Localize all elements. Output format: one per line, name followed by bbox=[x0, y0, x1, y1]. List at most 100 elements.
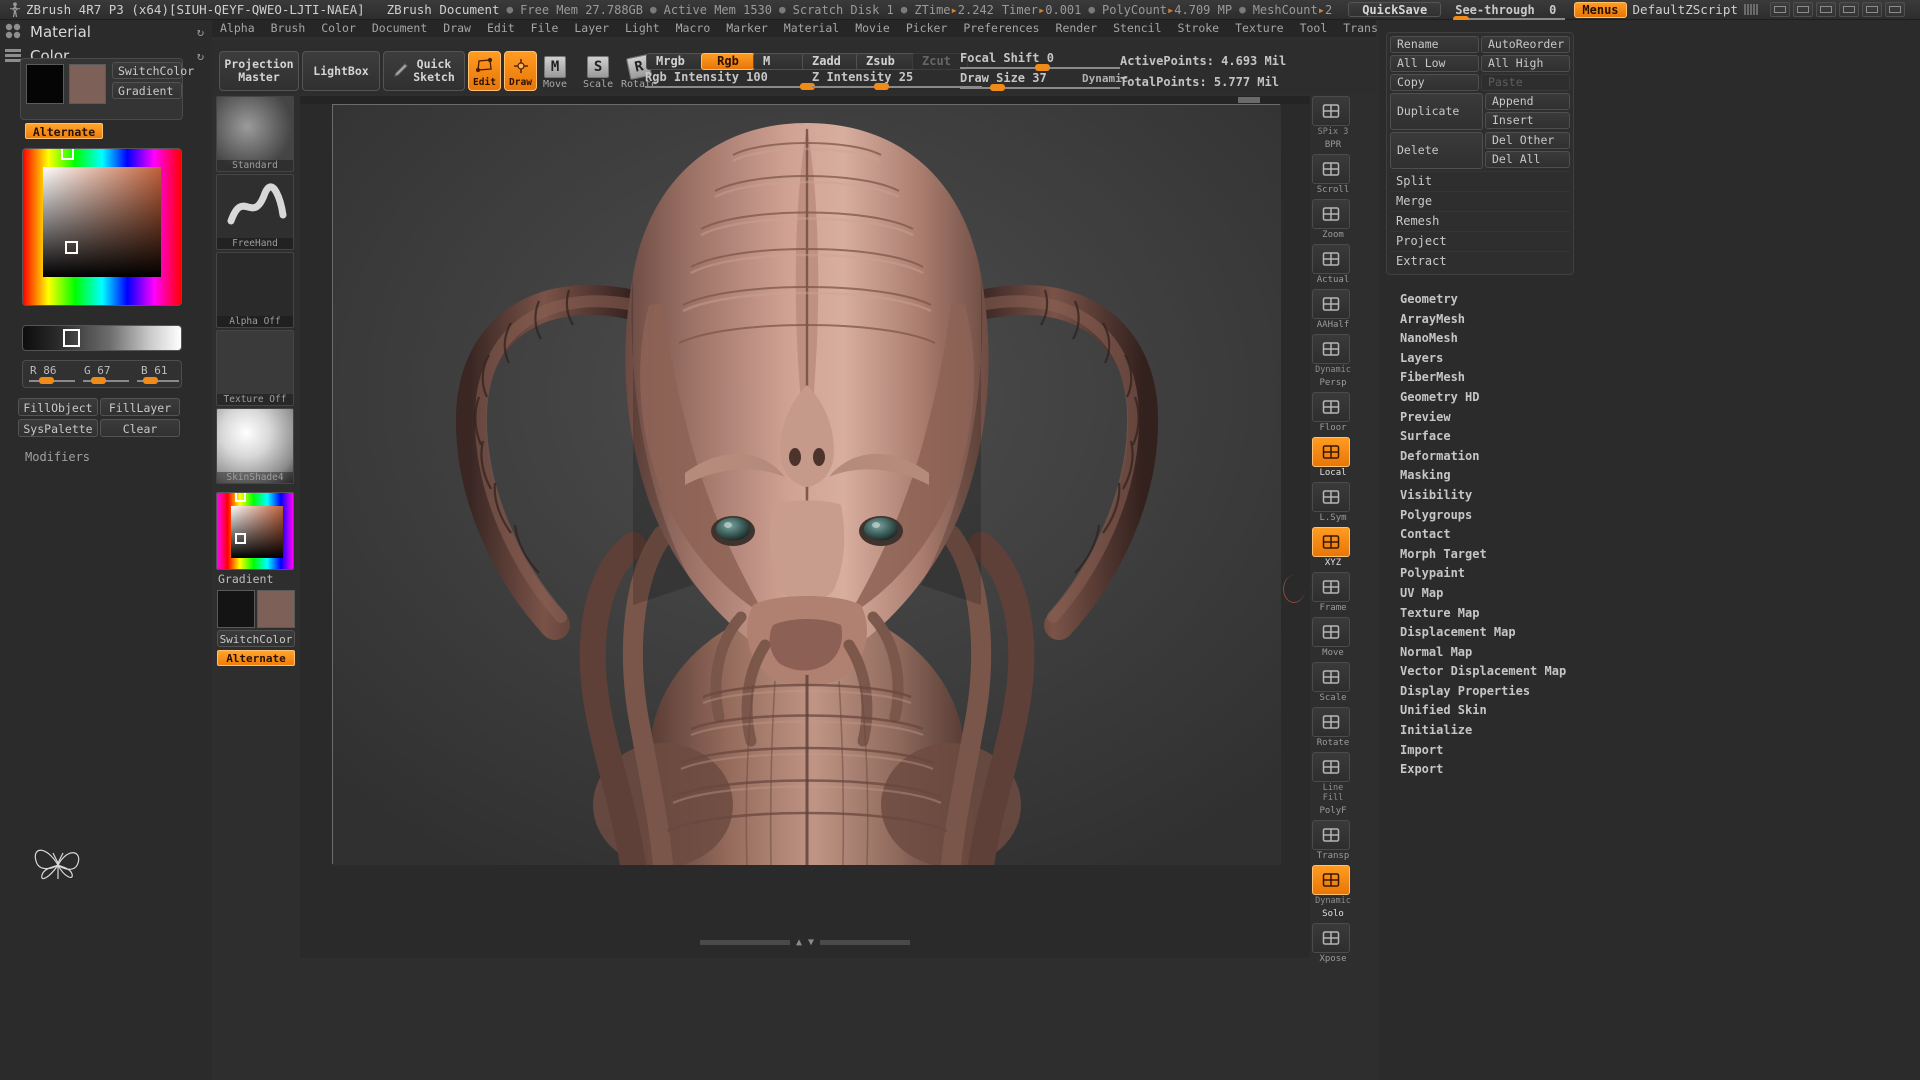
insert-button[interactable]: Insert bbox=[1485, 112, 1570, 129]
tool-menu-fibermesh[interactable]: FiberMesh bbox=[1386, 368, 1916, 388]
tool-strip-move[interactable] bbox=[1312, 617, 1350, 647]
quicksave-button[interactable]: QuickSave bbox=[1348, 2, 1442, 17]
menu-item-macro[interactable]: Macro bbox=[668, 21, 719, 36]
menu-item-document[interactable]: Document bbox=[364, 21, 435, 36]
clear-button[interactable]: Clear bbox=[100, 419, 180, 437]
all-low-button[interactable]: All Low bbox=[1390, 55, 1479, 72]
tool-menu-deformation[interactable]: Deformation bbox=[1386, 447, 1916, 467]
tool-strip-persp[interactable] bbox=[1312, 334, 1350, 364]
scroll-down-icon[interactable]: ▼ bbox=[808, 937, 814, 948]
brush-alternate-button[interactable]: Alternate bbox=[217, 650, 295, 666]
grayscale-ramp[interactable] bbox=[22, 325, 182, 351]
tool-strip-actual[interactable] bbox=[1312, 244, 1350, 274]
menu-item-marker[interactable]: Marker bbox=[718, 21, 776, 36]
tool-strip-transp[interactable] bbox=[1312, 820, 1350, 850]
draw-size-knob[interactable] bbox=[990, 84, 1005, 91]
grayscale-cursor[interactable] bbox=[63, 329, 80, 347]
mrgb-button[interactable]: Mrgb bbox=[646, 53, 704, 70]
lightbox-button[interactable]: LightBox bbox=[302, 51, 380, 91]
brush-primary-swatch[interactable] bbox=[217, 590, 255, 628]
tool-menu-masking[interactable]: Masking bbox=[1386, 466, 1916, 486]
tool-strip-zoom[interactable] bbox=[1312, 199, 1350, 229]
tool-menu-displacement-map[interactable]: Displacement Map bbox=[1386, 623, 1916, 643]
draw-button[interactable]: Draw bbox=[504, 51, 537, 91]
canvas-bottom-scroll[interactable]: ▲ ▼ bbox=[300, 936, 1310, 948]
menu-item-stroke[interactable]: Stroke bbox=[1170, 21, 1228, 36]
tool-menu-display-properties[interactable]: Display Properties bbox=[1386, 682, 1916, 702]
projection-master-button[interactable]: Projection Master bbox=[219, 51, 299, 91]
menu-item-material[interactable]: Material bbox=[776, 21, 847, 36]
tool-strip-polyf[interactable] bbox=[1312, 752, 1350, 782]
g-knob[interactable] bbox=[91, 377, 106, 384]
brush-cell-texture-off[interactable]: Texture Off bbox=[216, 330, 294, 406]
b-knob[interactable] bbox=[143, 377, 158, 384]
lock-icon[interactable] bbox=[1815, 2, 1836, 17]
scroll-segment-right[interactable] bbox=[820, 939, 911, 945]
brush-cell-standard[interactable]: Standard bbox=[216, 96, 294, 172]
tool-menu-visibility[interactable]: Visibility bbox=[1386, 486, 1916, 506]
tool-menu-unified-skin[interactable]: Unified Skin bbox=[1386, 701, 1916, 721]
fill-layer-button[interactable]: FillLayer bbox=[100, 398, 180, 416]
menu-item-texture[interactable]: Texture bbox=[1227, 21, 1291, 36]
menus-button[interactable]: Menus bbox=[1574, 1, 1627, 18]
focal-shift-knob[interactable] bbox=[1035, 64, 1050, 71]
subtool-item-merge[interactable]: Merge bbox=[1390, 191, 1570, 211]
tool-strip-local[interactable] bbox=[1312, 437, 1350, 467]
tool-menu-geometry[interactable]: Geometry bbox=[1386, 290, 1916, 310]
menu-item-brush[interactable]: Brush bbox=[263, 21, 314, 36]
tool-strip-floor[interactable] bbox=[1312, 392, 1350, 422]
tool-strip-l-sym[interactable] bbox=[1312, 482, 1350, 512]
tool-strip-xyz[interactable] bbox=[1312, 527, 1350, 557]
del-other-button[interactable]: Del Other bbox=[1485, 132, 1570, 149]
see-through-slider[interactable]: See-through 0 bbox=[1453, 3, 1566, 22]
focal-shift-slider[interactable]: Focal Shift 0 bbox=[960, 51, 1120, 71]
z-intensity-knob[interactable] bbox=[874, 83, 889, 90]
subtool-item-extract[interactable]: Extract bbox=[1390, 251, 1570, 271]
menu-item-picker[interactable]: Picker bbox=[898, 21, 956, 36]
tool-menu-polypaint[interactable]: Polypaint bbox=[1386, 564, 1916, 584]
menu-item-file[interactable]: File bbox=[523, 21, 567, 36]
brush-cell-skinshade4[interactable]: SkinShade4 bbox=[216, 408, 294, 484]
menu-item-layer[interactable]: Layer bbox=[566, 21, 617, 36]
edit-button[interactable]: Edit bbox=[468, 51, 501, 91]
auto-reorder-button[interactable]: AutoReorder bbox=[1481, 36, 1570, 53]
scale-button[interactable]: S Scale bbox=[583, 56, 613, 90]
menu-item-render[interactable]: Render bbox=[1048, 21, 1106, 36]
gradient-picker-box[interactable] bbox=[216, 492, 294, 570]
tool-menu-layers[interactable]: Layers bbox=[1386, 349, 1916, 369]
tool-menu-nanomesh[interactable]: NanoMesh bbox=[1386, 329, 1916, 349]
switch-color-button[interactable]: SwitchColor bbox=[112, 62, 194, 79]
modifiers-label[interactable]: Modifiers bbox=[25, 450, 90, 464]
close-icon[interactable] bbox=[1884, 2, 1905, 17]
subtool-item-split[interactable]: Split bbox=[1390, 171, 1570, 191]
subtool-item-remesh[interactable]: Remesh bbox=[1390, 211, 1570, 231]
tool-strip-frame[interactable] bbox=[1312, 572, 1350, 602]
tool-menu-vector-displacement-map[interactable]: Vector Displacement Map bbox=[1386, 662, 1916, 682]
copy-button[interactable]: Copy bbox=[1390, 74, 1479, 91]
rename-button[interactable]: Rename bbox=[1390, 36, 1479, 53]
r-knob[interactable] bbox=[39, 377, 54, 384]
secondary-color-swatch[interactable] bbox=[68, 64, 106, 104]
sv-cursor[interactable] bbox=[65, 241, 78, 254]
canvas-area[interactable]: ▲ ▼ bbox=[300, 96, 1310, 958]
gradient-sv-cursor[interactable] bbox=[235, 533, 246, 544]
tool-menu-uv-map[interactable]: UV Map bbox=[1386, 584, 1916, 604]
menu-item-stencil[interactable]: Stencil bbox=[1105, 21, 1169, 36]
tool-menu-initialize[interactable]: Initialize bbox=[1386, 721, 1916, 741]
scroll-segment-left[interactable] bbox=[699, 939, 790, 945]
menu-item-tool[interactable]: Tool bbox=[1292, 21, 1336, 36]
zsub-button[interactable]: Zsub bbox=[856, 53, 916, 70]
tool-strip-solo[interactable] bbox=[1312, 865, 1350, 895]
tool-strip-rotate[interactable] bbox=[1312, 707, 1350, 737]
tool-menu-polygroups[interactable]: Polygroups bbox=[1386, 506, 1916, 526]
tool-strip-xpose[interactable] bbox=[1312, 923, 1350, 953]
menu-item-color[interactable]: Color bbox=[313, 21, 364, 36]
panel-grip-handle[interactable] bbox=[1743, 4, 1758, 15]
canvas-top-scroll-strip[interactable] bbox=[300, 96, 1310, 104]
menu-item-draw[interactable]: Draw bbox=[435, 21, 479, 36]
quick-sketch-button[interactable]: Quick Sketch bbox=[383, 51, 465, 91]
tool-menu-arraymesh[interactable]: ArrayMesh bbox=[1386, 310, 1916, 330]
layout-left-icon[interactable] bbox=[1769, 2, 1790, 17]
tool-strip-bpr[interactable] bbox=[1312, 96, 1350, 126]
gradient-button[interactable]: Gradient bbox=[112, 82, 182, 99]
